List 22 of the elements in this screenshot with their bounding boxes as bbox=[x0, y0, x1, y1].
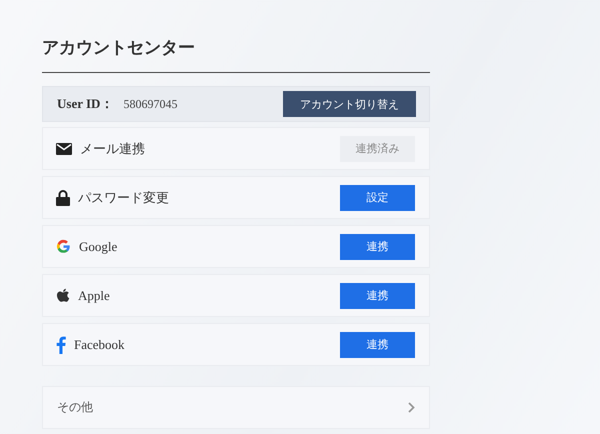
service-label: パスワード変更 bbox=[78, 190, 170, 206]
page-title: アカウントセンター bbox=[42, 37, 196, 60]
service-label: メール連携 bbox=[80, 140, 146, 158]
service-label: Apple bbox=[78, 288, 111, 304]
other-row[interactable]: その他 bbox=[42, 386, 430, 429]
link-button[interactable]: 連携 bbox=[340, 234, 415, 260]
switch-account-button[interactable]: アカウント切り替え bbox=[283, 91, 416, 117]
chevron-right-icon bbox=[408, 402, 415, 413]
service-label: Google bbox=[79, 238, 118, 254]
apple-icon bbox=[56, 288, 70, 304]
other-label: その他 bbox=[57, 399, 94, 416]
user-id-value: 580697045 bbox=[123, 96, 178, 112]
service-label: Facebook bbox=[74, 336, 126, 352]
user-id-label: User ID： bbox=[57, 95, 114, 113]
linked-button[interactable]: 連携済み bbox=[340, 136, 415, 162]
facebook-icon bbox=[56, 336, 66, 354]
lock-icon bbox=[56, 190, 70, 206]
link-button[interactable]: 連携 bbox=[340, 282, 415, 308]
link-button[interactable]: 連携 bbox=[340, 332, 415, 358]
link-button[interactable]: 設定 bbox=[340, 184, 415, 210]
envelope-icon bbox=[56, 142, 72, 154]
google-icon bbox=[56, 239, 71, 254]
